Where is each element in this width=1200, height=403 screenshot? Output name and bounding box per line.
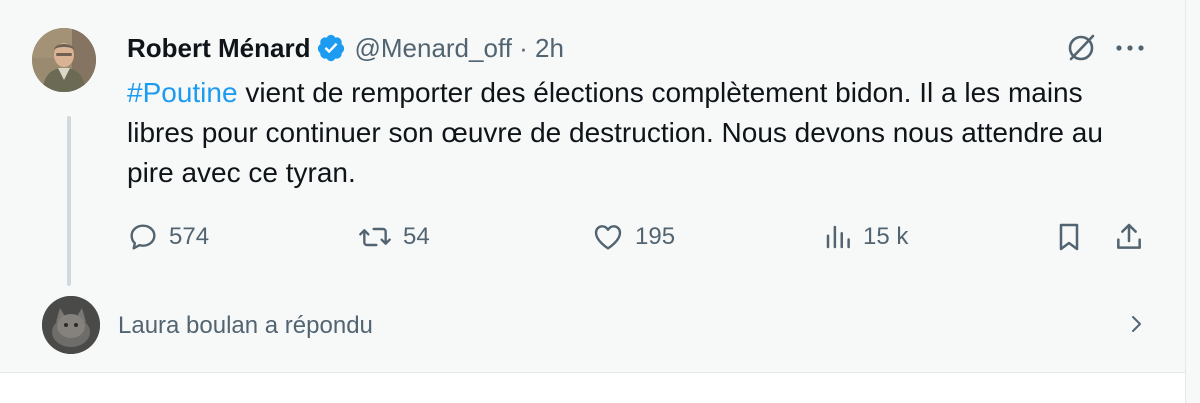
reply-icon xyxy=(127,221,159,253)
page-edge xyxy=(1185,0,1200,403)
next-tweet-peek xyxy=(0,373,1185,403)
author-name[interactable]: Robert Ménard xyxy=(127,33,310,64)
tweet-body: vient de remporter des élections complèt… xyxy=(127,77,1103,188)
reply-notice[interactable]: Laura boulan a répondu xyxy=(0,292,1185,362)
chevron-right-icon[interactable] xyxy=(1124,312,1148,336)
handle-and-timestamp[interactable]: @Menard_off · 2h xyxy=(354,33,563,64)
retweet-count: 54 xyxy=(403,223,430,250)
share-icon xyxy=(1113,220,1145,254)
tweet-actions: 574 54 195 15 k xyxy=(127,215,1157,259)
views-icon xyxy=(823,221,853,253)
thread-line xyxy=(67,116,71,286)
share-button[interactable] xyxy=(1113,215,1145,259)
views-button[interactable]: 15 k xyxy=(823,215,908,259)
tweet[interactable]: Robert Ménard @Menard_off · 2h #Poutine … xyxy=(0,0,1185,403)
grok-icon[interactable] xyxy=(1063,30,1099,66)
views-count: 15 k xyxy=(863,223,909,250)
reply-button[interactable]: 574 xyxy=(127,215,209,259)
reply-notice-text: Laura boulan a répondu xyxy=(118,312,373,339)
tweet-text: #Poutine vient de remporter des élection… xyxy=(127,73,1137,193)
verified-badge-icon xyxy=(316,33,346,63)
heart-icon xyxy=(591,221,625,253)
reply-avatar[interactable] xyxy=(42,296,100,354)
more-icon[interactable] xyxy=(1112,30,1148,66)
bookmark-icon xyxy=(1053,220,1085,254)
tweet-header: Robert Ménard @Menard_off · 2h xyxy=(127,28,564,68)
reply-count: 574 xyxy=(169,223,210,250)
like-button[interactable]: 195 xyxy=(591,215,675,259)
like-count: 195 xyxy=(635,223,676,250)
retweet-button[interactable]: 54 xyxy=(357,215,430,259)
retweet-icon xyxy=(357,221,393,253)
hashtag-link[interactable]: #Poutine xyxy=(127,77,238,108)
author-avatar[interactable] xyxy=(32,28,96,92)
bookmark-button[interactable] xyxy=(1053,215,1085,259)
